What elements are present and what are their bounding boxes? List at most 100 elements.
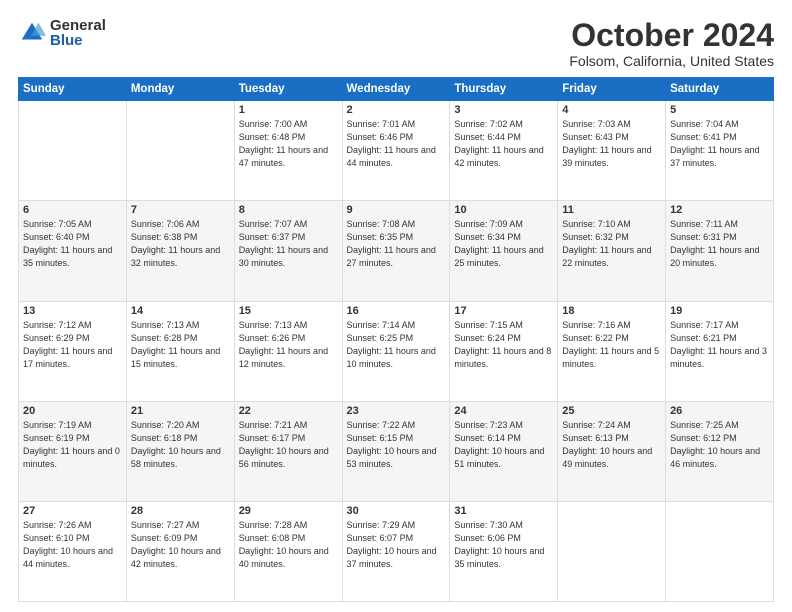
calendar-cell: 9 Sunrise: 7:08 AM Sunset: 6:35 PM Daylig… — [342, 201, 450, 301]
day-info: Sunrise: 7:16 AM Sunset: 6:22 PM Dayligh… — [562, 319, 661, 371]
day-number: 3 — [454, 104, 553, 116]
calendar-table: SundayMondayTuesdayWednesdayThursdayFrid… — [18, 77, 774, 602]
day-info: Sunrise: 7:04 AM Sunset: 6:41 PM Dayligh… — [670, 118, 769, 170]
calendar-header-row: SundayMondayTuesdayWednesdayThursdayFrid… — [19, 78, 774, 101]
day-number: 25 — [562, 405, 661, 417]
calendar-week-row: 1 Sunrise: 7:00 AM Sunset: 6:48 PM Daylig… — [19, 101, 774, 201]
calendar-cell: 25 Sunrise: 7:24 AM Sunset: 6:13 PM Dayli… — [558, 401, 666, 501]
day-number: 20 — [23, 405, 122, 417]
day-info: Sunrise: 7:22 AM Sunset: 6:15 PM Dayligh… — [347, 419, 446, 471]
month-title: October 2024 — [569, 18, 774, 53]
logo-icon — [18, 19, 46, 47]
header: General Blue October 2024 Folsom, Califo… — [18, 18, 774, 69]
calendar-cell: 15 Sunrise: 7:13 AM Sunset: 6:26 PM Dayli… — [234, 301, 342, 401]
calendar-cell — [19, 101, 127, 201]
day-info: Sunrise: 7:29 AM Sunset: 6:07 PM Dayligh… — [347, 519, 446, 571]
day-number: 4 — [562, 104, 661, 116]
day-number: 29 — [239, 505, 338, 517]
location: Folsom, California, United States — [569, 53, 774, 69]
day-number: 27 — [23, 505, 122, 517]
day-info: Sunrise: 7:23 AM Sunset: 6:14 PM Dayligh… — [454, 419, 553, 471]
calendar-cell: 26 Sunrise: 7:25 AM Sunset: 6:12 PM Dayli… — [666, 401, 774, 501]
day-number: 16 — [347, 305, 446, 317]
calendar-cell: 27 Sunrise: 7:26 AM Sunset: 6:10 PM Dayli… — [19, 501, 127, 601]
calendar-day-header: Sunday — [19, 78, 127, 101]
calendar-day-header: Monday — [126, 78, 234, 101]
calendar-day-header: Friday — [558, 78, 666, 101]
day-info: Sunrise: 7:24 AM Sunset: 6:13 PM Dayligh… — [562, 419, 661, 471]
day-info: Sunrise: 7:12 AM Sunset: 6:29 PM Dayligh… — [23, 319, 122, 371]
day-number: 1 — [239, 104, 338, 116]
day-info: Sunrise: 7:27 AM Sunset: 6:09 PM Dayligh… — [131, 519, 230, 571]
day-number: 5 — [670, 104, 769, 116]
day-info: Sunrise: 7:07 AM Sunset: 6:37 PM Dayligh… — [239, 218, 338, 270]
day-info: Sunrise: 7:30 AM Sunset: 6:06 PM Dayligh… — [454, 519, 553, 571]
day-number: 23 — [347, 405, 446, 417]
day-info: Sunrise: 7:19 AM Sunset: 6:19 PM Dayligh… — [23, 419, 122, 471]
calendar-cell: 22 Sunrise: 7:21 AM Sunset: 6:17 PM Dayli… — [234, 401, 342, 501]
day-number: 8 — [239, 204, 338, 216]
day-info: Sunrise: 7:10 AM Sunset: 6:32 PM Dayligh… — [562, 218, 661, 270]
calendar-cell: 6 Sunrise: 7:05 AM Sunset: 6:40 PM Daylig… — [19, 201, 127, 301]
day-info: Sunrise: 7:09 AM Sunset: 6:34 PM Dayligh… — [454, 218, 553, 270]
day-number: 19 — [670, 305, 769, 317]
logo-general-text: General — [50, 18, 106, 33]
calendar-cell: 23 Sunrise: 7:22 AM Sunset: 6:15 PM Dayli… — [342, 401, 450, 501]
day-number: 17 — [454, 305, 553, 317]
day-info: Sunrise: 7:14 AM Sunset: 6:25 PM Dayligh… — [347, 319, 446, 371]
calendar-cell: 29Sunrise: 7:28 AM Sunset: 6:08 PM Dayli… — [234, 501, 342, 601]
day-info: Sunrise: 7:26 AM Sunset: 6:10 PM Dayligh… — [23, 519, 122, 571]
day-number: 2 — [347, 104, 446, 116]
calendar-week-row: 6 Sunrise: 7:05 AM Sunset: 6:40 PM Daylig… — [19, 201, 774, 301]
calendar-cell: 4 Sunrise: 7:03 AM Sunset: 6:43 PM Daylig… — [558, 101, 666, 201]
day-number: 14 — [131, 305, 230, 317]
calendar-cell: 31 Sunrise: 7:30 AM Sunset: 6:06 PM Dayli… — [450, 501, 558, 601]
day-number: 12 — [670, 204, 769, 216]
day-info: Sunrise: 7:25 AM Sunset: 6:12 PM Dayligh… — [670, 419, 769, 471]
day-number: 11 — [562, 204, 661, 216]
day-number: 9 — [347, 204, 446, 216]
calendar-cell: 24Sunrise: 7:23 AM Sunset: 6:14 PM Dayli… — [450, 401, 558, 501]
day-number: 13 — [23, 305, 122, 317]
day-info: Sunrise: 7:00 AM Sunset: 6:48 PM Dayligh… — [239, 118, 338, 170]
day-info: Sunrise: 7:13 AM Sunset: 6:26 PM Dayligh… — [239, 319, 338, 371]
day-info: Sunrise: 7:17 AM Sunset: 6:21 PM Dayligh… — [670, 319, 769, 371]
calendar-cell: 17 Sunrise: 7:15 AM Sunset: 6:24 PM Dayli… — [450, 301, 558, 401]
day-info: Sunrise: 7:15 AM Sunset: 6:24 PM Dayligh… — [454, 319, 553, 371]
day-info: Sunrise: 7:01 AM Sunset: 6:46 PM Dayligh… — [347, 118, 446, 170]
calendar-cell: 21 Sunrise: 7:20 AM Sunset: 6:18 PM Dayli… — [126, 401, 234, 501]
calendar-week-row: 20 Sunrise: 7:19 AM Sunset: 6:19 PM Dayli… — [19, 401, 774, 501]
day-number: 15 — [239, 305, 338, 317]
day-info: Sunrise: 7:20 AM Sunset: 6:18 PM Dayligh… — [131, 419, 230, 471]
calendar-cell: 1 Sunrise: 7:00 AM Sunset: 6:48 PM Daylig… — [234, 101, 342, 201]
day-number: 30 — [347, 505, 446, 517]
day-number: 6 — [23, 204, 122, 216]
day-info: Sunrise: 7:21 AM Sunset: 6:17 PM Dayligh… — [239, 419, 338, 471]
day-info: Sunrise: 7:03 AM Sunset: 6:43 PM Dayligh… — [562, 118, 661, 170]
calendar-cell: 10Sunrise: 7:09 AM Sunset: 6:34 PM Dayli… — [450, 201, 558, 301]
calendar-week-row: 27 Sunrise: 7:26 AM Sunset: 6:10 PM Dayli… — [19, 501, 774, 601]
day-number: 26 — [670, 405, 769, 417]
calendar-cell — [666, 501, 774, 601]
day-number: 22 — [239, 405, 338, 417]
calendar-cell: 30 Sunrise: 7:29 AM Sunset: 6:07 PM Dayli… — [342, 501, 450, 601]
day-number: 31 — [454, 505, 553, 517]
calendar-cell: 16 Sunrise: 7:14 AM Sunset: 6:25 PM Dayli… — [342, 301, 450, 401]
calendar-day-header: Tuesday — [234, 78, 342, 101]
day-number: 21 — [131, 405, 230, 417]
day-info: Sunrise: 7:08 AM Sunset: 6:35 PM Dayligh… — [347, 218, 446, 270]
day-number: 7 — [131, 204, 230, 216]
page: General Blue October 2024 Folsom, Califo… — [0, 0, 792, 612]
calendar-cell — [126, 101, 234, 201]
calendar-cell: 18Sunrise: 7:16 AM Sunset: 6:22 PM Dayli… — [558, 301, 666, 401]
calendar-cell — [558, 501, 666, 601]
calendar-day-header: Saturday — [666, 78, 774, 101]
day-info: Sunrise: 7:05 AM Sunset: 6:40 PM Dayligh… — [23, 218, 122, 270]
logo-blue-text: Blue — [50, 33, 106, 48]
day-number: 28 — [131, 505, 230, 517]
calendar-week-row: 13 Sunrise: 7:12 AM Sunset: 6:29 PM Dayli… — [19, 301, 774, 401]
calendar-day-header: Thursday — [450, 78, 558, 101]
calendar-cell: 20 Sunrise: 7:19 AM Sunset: 6:19 PM Dayli… — [19, 401, 127, 501]
calendar-cell: 13 Sunrise: 7:12 AM Sunset: 6:29 PM Dayli… — [19, 301, 127, 401]
calendar-cell: 11 Sunrise: 7:10 AM Sunset: 6:32 PM Dayli… — [558, 201, 666, 301]
